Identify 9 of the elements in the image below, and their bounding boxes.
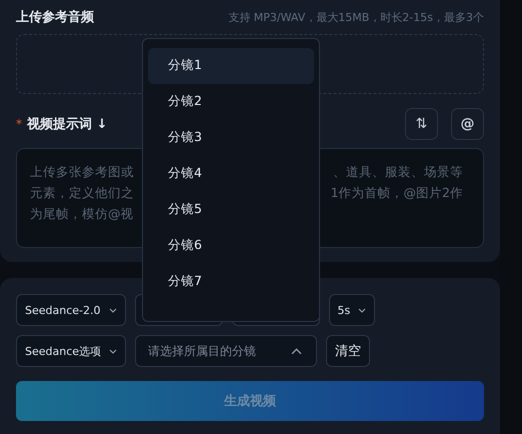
upload-hint: 支持 MP3/WAV，最大15MB，时长2-15s，最多3个 (228, 10, 484, 24)
section-title: 上传参考音频 (16, 8, 94, 26)
placeholder-text: 、道具、服装、场景等 (333, 163, 463, 181)
placeholder-text: 元素，定义他们之 (30, 184, 134, 202)
prompt-label: 视频提示词 ↓ (27, 116, 108, 133)
placeholder-text: 1作为首帧，@图片2作 (330, 184, 463, 202)
required-mark: * (16, 117, 22, 131)
placeholder-text: 为尾帧，模仿@视 (30, 205, 134, 223)
placeholder-text: 上传多张参考图或 (30, 163, 134, 181)
